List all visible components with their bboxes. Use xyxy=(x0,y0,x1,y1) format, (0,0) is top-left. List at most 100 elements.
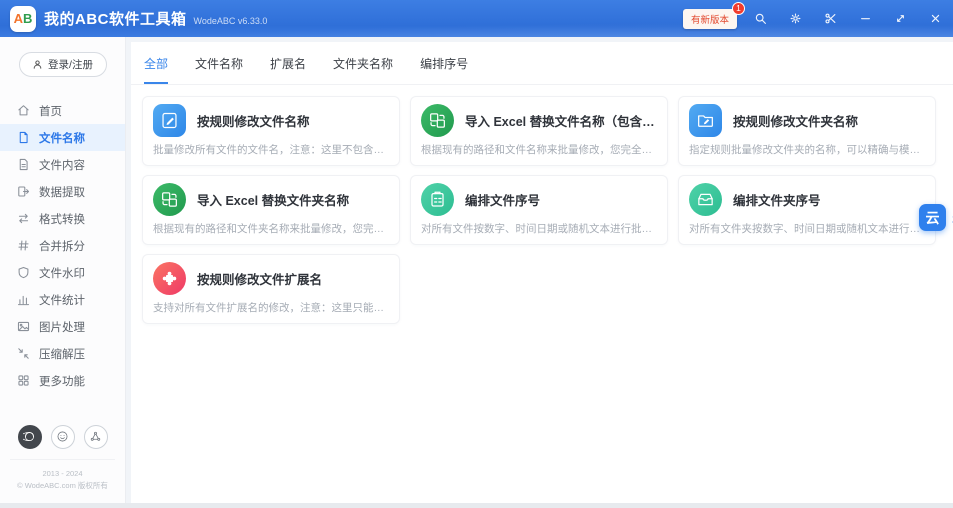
browser-link[interactable] xyxy=(18,425,42,449)
sidebar-item-home[interactable]: 首页 xyxy=(0,97,125,124)
tool-card-description: 根据现有的路径和文件夹名称来批量修改，您完全可以利用 Excel 强大的功能 xyxy=(153,221,389,236)
sidebar-item-more[interactable]: 更多功能 xyxy=(0,367,125,394)
close-button[interactable] xyxy=(918,0,953,37)
window-bottom-edge xyxy=(0,503,953,508)
tool-card-description: 批量修改所有文件的文件名，注意：这里不包含扩展名 xyxy=(153,142,389,157)
scissors-icon xyxy=(824,12,837,25)
tab-category-1[interactable]: 文件名称 xyxy=(195,55,243,84)
puzzle-icon xyxy=(153,262,186,295)
sidebar-item-label: 数据提取 xyxy=(39,184,85,200)
sidebar-item-label: 文件内容 xyxy=(39,157,85,173)
tab-category-3[interactable]: 文件夹名称 xyxy=(333,55,393,84)
titlebar: AB 我的ABC软件工具箱 WodeABC v6.33.0 有新版本 1 xyxy=(0,0,953,37)
sidebar-item-file-text[interactable]: 文件内容 xyxy=(0,151,125,178)
tool-card-title: 导入 Excel 替换文件夹名称 xyxy=(197,190,349,209)
app-logo-icon: AB xyxy=(10,6,36,32)
stats-icon xyxy=(17,293,30,306)
app-version: WodeABC v6.33.0 xyxy=(194,16,268,26)
compress-icon xyxy=(17,347,30,360)
settings-gear-icon xyxy=(789,12,802,25)
main-panel: 全部文件名称扩展名文件夹名称编排序号 按规则修改文件名称 批量修改所有文件的文件… xyxy=(131,42,953,503)
login-register-button[interactable]: 登录/注册 xyxy=(19,52,107,77)
tab-all[interactable]: 全部 xyxy=(144,55,168,84)
tab-category-2[interactable]: 扩展名 xyxy=(270,55,306,84)
tool-card[interactable]: 导入 Excel 替换文件名称（包含扩展名） 根据现有的路径和文件名称来批量修改… xyxy=(410,96,668,166)
category-tabs: 全部文件名称扩展名文件夹名称编排序号 xyxy=(131,42,953,85)
folder-edit-icon xyxy=(689,104,722,137)
share-icon xyxy=(89,430,102,443)
tool-card-description: 指定规则批量修改文件夹的名称，可以精确与模糊查找替换 xyxy=(689,142,925,157)
sidebar-item-watermark[interactable]: 文件水印 xyxy=(0,259,125,286)
floating-cloud-widget[interactable]: 云 析 xyxy=(919,204,946,231)
sidebar-item-label: 文件统计 xyxy=(39,292,85,308)
sidebar-item-label: 压缩解压 xyxy=(39,346,85,362)
minimize-icon xyxy=(859,12,872,25)
copyright: 2013 - 2024 © WodeABC.com 版权所有 xyxy=(10,459,115,494)
sidebar-menu: 首页文件名称文件内容数据提取格式转换合并拆分文件水印文件统计图片处理压缩解压更多… xyxy=(0,97,125,394)
tool-card[interactable]: 按规则修改文件夹名称 指定规则批量修改文件夹的名称，可以精确与模糊查找替换 xyxy=(678,96,936,166)
sidebar-item-merge[interactable]: 合并拆分 xyxy=(0,232,125,259)
home-icon xyxy=(17,104,30,117)
edit-doc-icon xyxy=(153,104,186,137)
sidebar-footer: 2013 - 2024 © WodeABC.com 版权所有 xyxy=(0,425,125,494)
sidebar-item-file[interactable]: 文件名称 xyxy=(0,124,125,151)
merge-icon xyxy=(17,239,30,252)
sidebar-item-label: 更多功能 xyxy=(39,373,85,389)
sidebar-item-label: 文件名称 xyxy=(39,130,85,146)
tool-card-title: 按规则修改文件夹名称 xyxy=(733,111,858,130)
tool-card[interactable]: 编排文件夹序号 对所有文件夹按数字、时间日期或随机文本进行批量修改，如果您的规则 xyxy=(678,175,936,245)
tray-icon xyxy=(689,183,722,216)
file-text-icon xyxy=(17,158,30,171)
tool-card-description: 支持对所有文件扩展名的修改，注意：这里只能修改扩展名，「不是」文 xyxy=(153,300,389,315)
search-icon xyxy=(754,12,767,25)
cloud-icon[interactable]: 云 xyxy=(919,204,946,231)
browser-icon xyxy=(23,430,36,443)
sidebar-item-label: 文件水印 xyxy=(39,265,85,281)
minimize-button[interactable] xyxy=(848,0,883,37)
tool-card-title: 按规则修改文件名称 xyxy=(197,111,310,130)
tool-card[interactable]: 编排文件序号 对所有文件按数字、时间日期或随机文本进行批量修改，如果您的规则不 xyxy=(410,175,668,245)
tool-card-title: 编排文件序号 xyxy=(465,190,540,209)
app-title: 我的ABC软件工具箱 xyxy=(44,8,187,29)
sidebar-item-label: 图片处理 xyxy=(39,319,85,335)
tool-card[interactable]: 导入 Excel 替换文件夹名称 根据现有的路径和文件夹名称来批量修改，您完全可… xyxy=(142,175,400,245)
settings-gear-button[interactable] xyxy=(778,0,813,37)
tab-category-4[interactable]: 编排序号 xyxy=(420,55,468,84)
sidebar: 登录/注册 首页文件名称文件内容数据提取格式转换合并拆分文件水印文件统计图片处理… xyxy=(0,37,126,503)
convert-icon xyxy=(17,212,30,225)
sidebar-item-label: 格式转换 xyxy=(39,211,85,227)
tool-card-title: 按规则修改文件扩展名 xyxy=(197,269,322,288)
scissors-button[interactable] xyxy=(813,0,848,37)
login-register-label: 登录/注册 xyxy=(48,57,93,72)
tool-card-description: 对所有文件夹按数字、时间日期或随机文本进行批量修改，如果您的规则 xyxy=(689,221,925,236)
update-badge[interactable]: 有新版本 1 xyxy=(683,9,737,29)
resize-button[interactable] xyxy=(883,0,918,37)
sidebar-item-extract[interactable]: 数据提取 xyxy=(0,178,125,205)
tool-card[interactable]: 按规则修改文件名称 批量修改所有文件的文件名，注意：这里不包含扩展名 xyxy=(142,96,400,166)
tool-card-description: 对所有文件按数字、时间日期或随机文本进行批量修改，如果您的规则不 xyxy=(421,221,657,236)
sidebar-item-label: 首页 xyxy=(39,103,62,119)
image-icon xyxy=(17,320,30,333)
watermark-icon xyxy=(17,266,30,279)
tool-card-title: 编排文件夹序号 xyxy=(733,190,821,209)
close-icon xyxy=(929,12,942,25)
extract-icon xyxy=(17,185,30,198)
person-icon xyxy=(32,59,43,70)
tool-card[interactable]: 按规则修改文件扩展名 支持对所有文件扩展名的修改，注意：这里只能修改扩展名，「不… xyxy=(142,254,400,324)
tool-card-grid: 按规则修改文件名称 批量修改所有文件的文件名，注意：这里不包含扩展名 导入 Ex… xyxy=(131,85,953,335)
resize-icon xyxy=(894,12,907,25)
sidebar-item-compress[interactable]: 压缩解压 xyxy=(0,340,125,367)
tool-card-description: 根据现有的路径和文件名称来批量修改，您完全可以利用 Excel 强大的功能 xyxy=(421,142,657,157)
chat-link[interactable] xyxy=(51,425,75,449)
sidebar-item-image[interactable]: 图片处理 xyxy=(0,313,125,340)
titlebar-icons xyxy=(743,0,953,37)
file-icon xyxy=(17,131,30,144)
share-link[interactable] xyxy=(84,425,108,449)
sidebar-item-stats[interactable]: 文件统计 xyxy=(0,286,125,313)
sidebar-item-convert[interactable]: 格式转换 xyxy=(0,205,125,232)
tool-card-title: 导入 Excel 替换文件名称（包含扩展名） xyxy=(465,111,657,130)
excel-swap-icon xyxy=(153,183,186,216)
more-icon xyxy=(17,374,30,387)
search-button[interactable] xyxy=(743,0,778,37)
sidebar-item-label: 合并拆分 xyxy=(39,238,85,254)
